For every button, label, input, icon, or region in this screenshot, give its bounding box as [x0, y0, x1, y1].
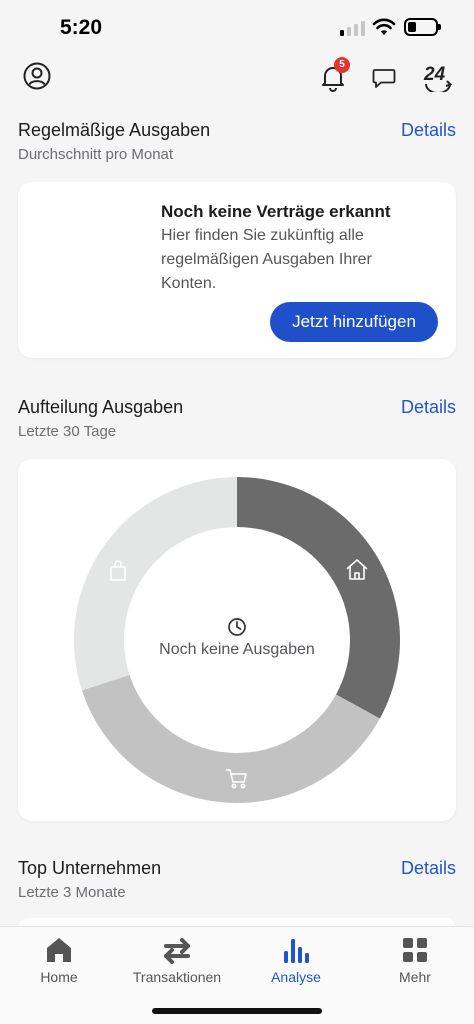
- regular-expenses-subtitle: Durchschnitt pro Monat: [18, 146, 174, 163]
- expense-split-details-link[interactable]: Details: [401, 397, 456, 418]
- notification-badge: 5: [334, 57, 350, 73]
- svg-text:24: 24: [423, 64, 446, 85]
- tab-transactions[interactable]: Transaktionen: [118, 935, 236, 985]
- tab-more-label: Mehr: [399, 969, 431, 985]
- donut-segment-cart: [81, 674, 380, 803]
- top-toolbar: 24: [0, 56, 474, 100]
- status-time: 5:20: [60, 16, 103, 39]
- expense-split-card: Noch keine Ausgaben: [18, 459, 456, 821]
- tab-analyse-label: Analyse: [271, 969, 321, 985]
- tab-analyse[interactable]: Analyse: [237, 935, 355, 985]
- tab-transactions-label: Transaktionen: [132, 969, 222, 985]
- clock-icon: [228, 618, 246, 636]
- expense-donut-chart: [73, 477, 400, 803]
- top-companies-title: Top Unternehmen: [18, 858, 162, 878]
- wifi-icon: [372, 18, 396, 35]
- regular-expenses-title: Regelmäßige Ausgaben: [18, 120, 211, 140]
- arrows-icon: [164, 938, 190, 964]
- profile-icon[interactable]: [22, 61, 52, 91]
- home-tab-icon: [47, 938, 71, 962]
- grid-icon: [403, 938, 427, 962]
- contracts-empty-card: Noch keine Verträge erkannt Hier finden …: [18, 182, 456, 358]
- no-expenses-label: Noch keine Ausgaben: [159, 641, 315, 658]
- contracts-empty-text: Hier finden Sie zukünftig alle regelmäßi…: [161, 227, 372, 292]
- battery-level: [408, 22, 416, 32]
- top-companies-subtitle: Letzte 3 Monate: [18, 884, 126, 901]
- status-bar: 5:20: [0, 0, 474, 56]
- regular-expenses-details-link[interactable]: Details: [401, 120, 456, 141]
- signal-icon: [340, 20, 366, 36]
- contracts-empty-title: Noch keine Verträge erkannt: [161, 202, 391, 221]
- expense-split-title: Aufteilung Ausgaben: [18, 397, 184, 417]
- battery-icon: [404, 18, 441, 36]
- home-indicator: [152, 1008, 322, 1014]
- add-contract-button[interactable]: Jetzt hinzufügen: [270, 302, 438, 342]
- expense-split-subtitle: Letzte 30 Tage: [18, 423, 117, 440]
- tab-more[interactable]: Mehr: [356, 935, 474, 985]
- chat-icon[interactable]: [372, 66, 396, 90]
- service-24-icon[interactable]: 24: [422, 60, 454, 92]
- bar-chart-icon: [284, 939, 309, 963]
- donut-segment-home: [237, 477, 400, 719]
- tab-home-label: Home: [40, 969, 78, 985]
- tab-home[interactable]: Home: [0, 935, 118, 985]
- top-companies-details-link[interactable]: Details: [401, 858, 456, 879]
